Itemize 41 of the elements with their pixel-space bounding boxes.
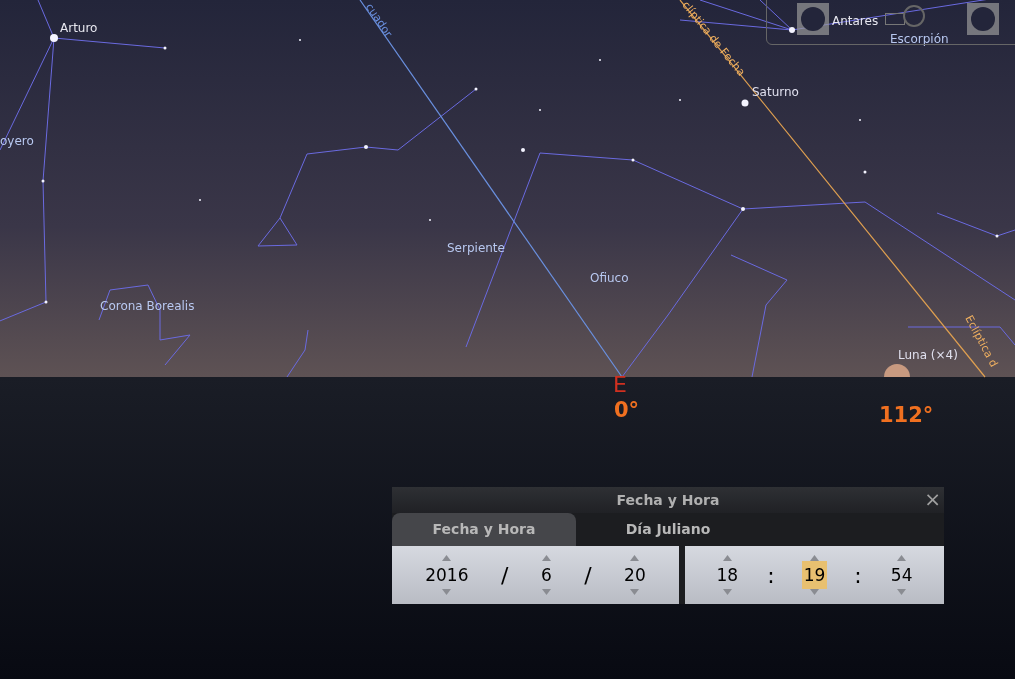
down-arrow-icon[interactable]	[810, 589, 819, 595]
up-arrow-icon[interactable]	[897, 555, 907, 561]
down-arrow-icon[interactable]	[541, 589, 551, 595]
sky-label: Serpiente	[447, 241, 505, 255]
up-arrow-icon[interactable]	[442, 555, 452, 561]
down-arrow-icon[interactable]	[897, 589, 907, 595]
tab[interactable]: Fecha y Hora	[392, 513, 576, 546]
spin-field[interactable]: 19	[801, 561, 828, 589]
up-arrow-icon[interactable]	[722, 555, 732, 561]
spin-field[interactable]: 2016	[423, 561, 471, 589]
down-arrow-icon[interactable]	[630, 589, 640, 595]
down-arrow-icon[interactable]	[442, 589, 452, 595]
separator: /	[584, 561, 592, 590]
close-button[interactable]: ×	[924, 487, 941, 511]
sky-label: oyero	[0, 134, 34, 148]
up-arrow-icon[interactable]	[810, 555, 819, 561]
azimuth-label: 0°	[614, 398, 640, 422]
tab[interactable]: Día Juliano	[576, 513, 760, 546]
rectangle-icon	[885, 13, 905, 25]
separator: :	[767, 561, 775, 590]
sky-label: Arturo	[60, 21, 98, 35]
sky-label: Corona Borealis	[100, 299, 195, 313]
circle-button[interactable]	[797, 3, 829, 35]
up-arrow-icon[interactable]	[541, 555, 551, 561]
sky-label: Ofiuco	[590, 271, 629, 285]
up-arrow-icon[interactable]	[630, 555, 640, 561]
separator: :	[854, 561, 862, 590]
spin-field[interactable]: 20	[622, 561, 648, 589]
sky-label: Luna (×4)	[898, 348, 958, 362]
cardinal-point: E	[613, 372, 627, 397]
dialog-title: Fecha y Hora	[616, 490, 720, 510]
separator: /	[501, 561, 509, 590]
sky-label: Antares	[832, 14, 879, 28]
target-icon	[903, 5, 925, 27]
spin-field[interactable]: 54	[888, 561, 915, 589]
azimuth-label: 112°	[879, 403, 934, 427]
sky-label: Escorpión	[890, 32, 949, 46]
spin-field[interactable]: 6	[538, 561, 554, 589]
down-arrow-icon[interactable]	[722, 589, 732, 595]
spin-field[interactable]: 18	[714, 561, 741, 589]
moon	[884, 364, 910, 377]
